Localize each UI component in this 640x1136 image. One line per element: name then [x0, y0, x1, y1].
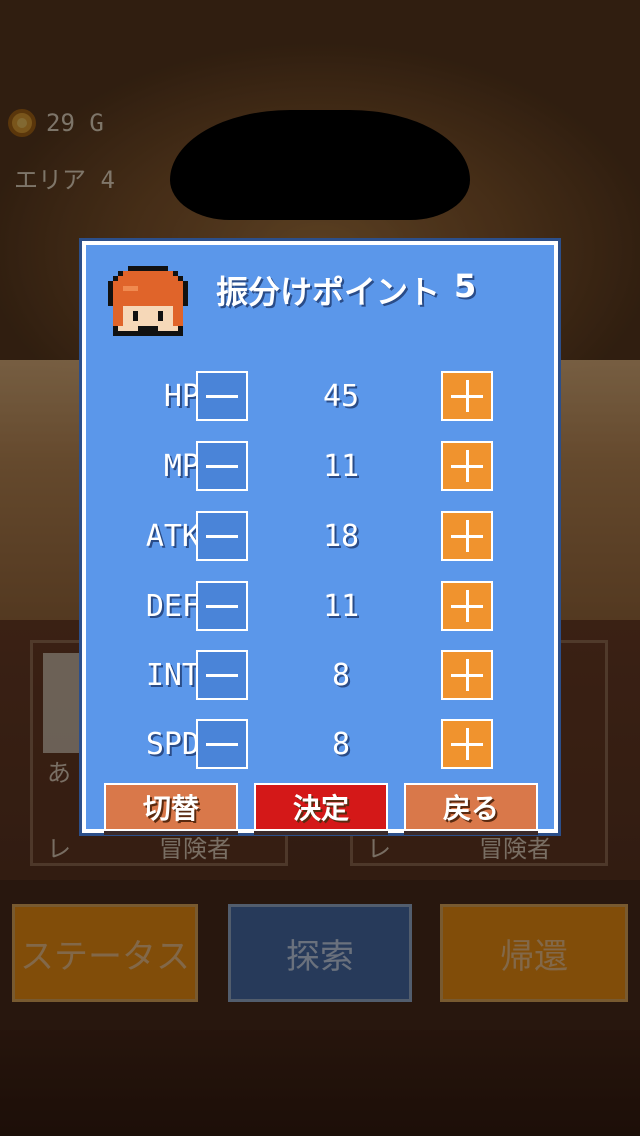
points-header: 振分けポイント 5: [216, 267, 476, 313]
stat-row-atk: ATK 18: [86, 511, 554, 563]
stat-label: ATK: [145, 519, 200, 554]
stat-row-int: INT 8: [86, 650, 554, 702]
stat-value: 11: [322, 449, 360, 484]
stat-value: 8: [331, 727, 351, 762]
decide-button[interactable]: 決定: [254, 783, 388, 831]
stat-label: HP: [163, 379, 200, 414]
stat-row-spd: SPD 8: [86, 719, 554, 771]
stat-label: INT: [145, 658, 200, 693]
stat-row-mp: MP 11: [86, 441, 554, 493]
minus-icon: [206, 394, 238, 398]
stat-row-def: DEF 11: [86, 581, 554, 633]
hero-portrait: [108, 266, 188, 336]
mp-minus-button[interactable]: [196, 441, 248, 491]
def-minus-button[interactable]: [196, 581, 248, 631]
stat-allocation-dialog: 振分けポイント 5 HP 45 MP 11 ATK 18 DEF 11 INT …: [79, 238, 561, 836]
int-plus-button[interactable]: [441, 650, 493, 700]
hp-minus-button[interactable]: [196, 371, 248, 421]
minus-icon: [206, 673, 238, 677]
spd-minus-button[interactable]: [196, 719, 248, 769]
stat-row-hp: HP 45: [86, 371, 554, 423]
minus-icon: [206, 742, 238, 746]
stat-value: 8: [331, 658, 351, 693]
spd-plus-button[interactable]: [441, 719, 493, 769]
minus-icon: [206, 534, 238, 538]
stat-label: DEF: [145, 589, 200, 624]
points-label: 振分けポイント: [216, 273, 441, 311]
back-button[interactable]: 戻る: [404, 783, 538, 831]
stat-value: 11: [322, 589, 360, 624]
minus-icon: [206, 464, 238, 468]
mp-plus-button[interactable]: [441, 441, 493, 491]
int-minus-button[interactable]: [196, 650, 248, 700]
stat-label: SPD: [145, 727, 200, 762]
stat-value: 18: [322, 519, 360, 554]
toggle-button[interactable]: 切替: [104, 783, 238, 831]
def-plus-button[interactable]: [441, 581, 493, 631]
atk-minus-button[interactable]: [196, 511, 248, 561]
minus-icon: [206, 604, 238, 608]
stat-value: 45: [322, 379, 360, 414]
atk-plus-button[interactable]: [441, 511, 493, 561]
stat-label: MP: [163, 449, 200, 484]
points-value: 5: [454, 267, 477, 305]
hp-plus-button[interactable]: [441, 371, 493, 421]
